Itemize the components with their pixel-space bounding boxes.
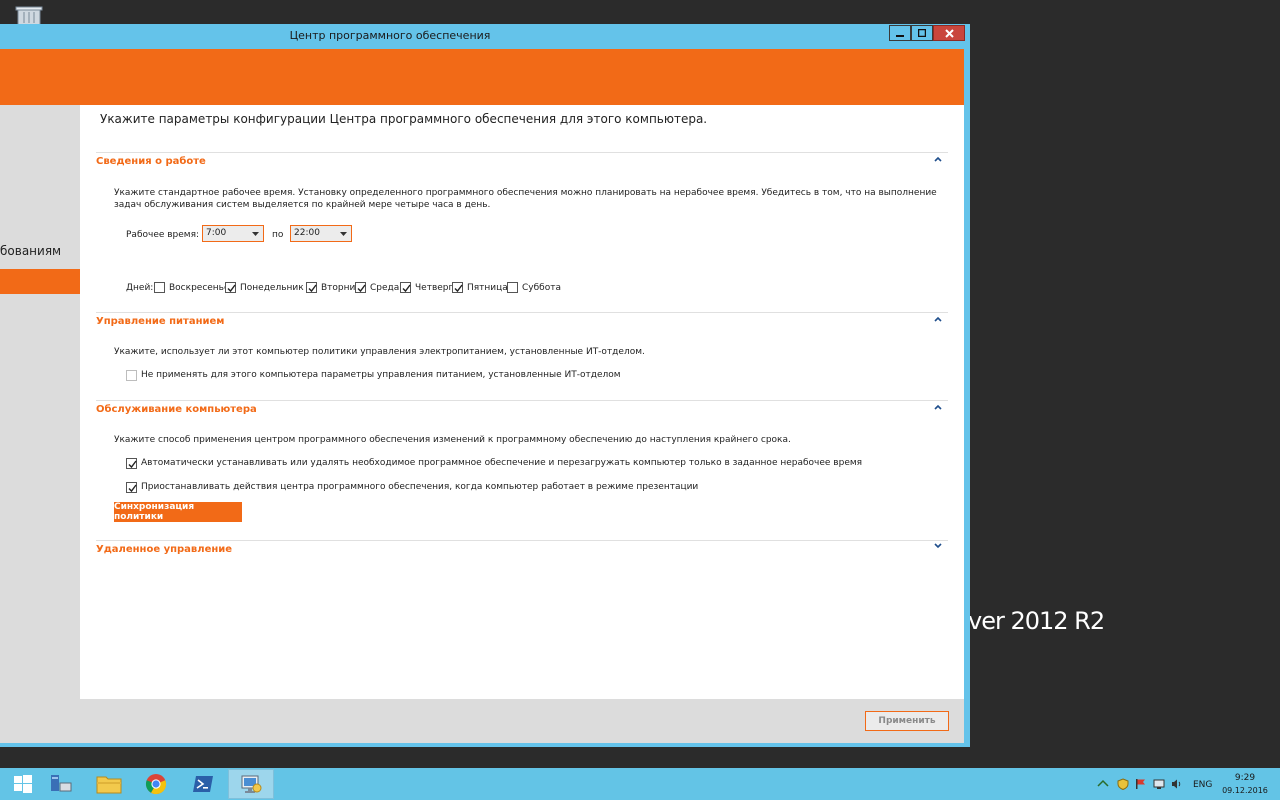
day-checkbox[interactable] bbox=[400, 282, 411, 293]
sync-policy-button[interactable]: Синхронизация политики bbox=[114, 502, 242, 522]
app-header-banner bbox=[0, 49, 964, 105]
checkmark-icon bbox=[308, 284, 317, 293]
collapse-maintenance-chevron-up-icon[interactable] bbox=[933, 403, 943, 411]
wallpaper-branding: ver 2012 R2 bbox=[968, 607, 1105, 635]
work-hours-to-value: 22:00 bbox=[294, 228, 320, 238]
day-checkbox-label: Суббота bbox=[522, 283, 561, 293]
window-title: Центр программного обеспечения bbox=[289, 29, 491, 42]
work-hours-from-value: 7:00 bbox=[206, 228, 227, 238]
sidebar-item-label[interactable]: бованиям bbox=[0, 244, 61, 258]
divider bbox=[96, 152, 948, 153]
power-policy-label: Не применять для этого компьютера параме… bbox=[141, 370, 621, 380]
chrome-button[interactable] bbox=[133, 769, 179, 799]
maximize-icon bbox=[918, 29, 926, 37]
day-checkbox-label: Воскресенье bbox=[169, 283, 230, 293]
collapse-power-chevron-up-icon[interactable] bbox=[933, 315, 943, 323]
powershell-icon bbox=[193, 776, 213, 792]
tray-shield-icon[interactable] bbox=[1117, 778, 1129, 791]
sidebar-item-options[interactable] bbox=[0, 269, 80, 294]
minimize-button[interactable] bbox=[889, 25, 911, 41]
maximize-button[interactable] bbox=[911, 25, 933, 41]
clock-date[interactable]: 09.12.2016 bbox=[1220, 786, 1270, 795]
maintenance-description: Укажите способ применения центром програ… bbox=[114, 435, 791, 445]
file-explorer-button[interactable] bbox=[86, 769, 132, 799]
day-checkbox[interactable] bbox=[306, 282, 317, 293]
section-title-maintenance[interactable]: Обслуживание компьютера bbox=[96, 404, 257, 415]
checkmark-icon bbox=[454, 284, 463, 293]
day-checkbox[interactable] bbox=[225, 282, 236, 293]
day-checkbox-label: Пятница bbox=[467, 283, 508, 293]
day-checkbox[interactable] bbox=[452, 282, 463, 293]
day-checkbox-label: Четверг bbox=[415, 283, 454, 293]
checkmark-icon bbox=[357, 284, 366, 293]
minimize-icon bbox=[896, 35, 904, 37]
power-description: Укажите, использует ли этот компьютер по… bbox=[114, 347, 645, 357]
work-hours-to-select[interactable]: 22:00 bbox=[290, 225, 352, 242]
page-title: Укажите параметры конфигурации Центра пр… bbox=[100, 112, 708, 126]
close-icon bbox=[944, 28, 954, 38]
work-info-description: Укажите стандартное рабочее время. Устан… bbox=[114, 188, 937, 210]
dropdown-arrow-icon bbox=[340, 232, 347, 236]
taskbar: ENG 9:29 09.12.2016 bbox=[0, 768, 1280, 800]
power-policy-checkbox[interactable] bbox=[126, 370, 137, 381]
divider bbox=[96, 312, 948, 313]
work-hours-label: Рабочее время: с bbox=[126, 230, 207, 240]
title-bar[interactable]: Центр программного обеспечения bbox=[0, 24, 970, 46]
divider bbox=[96, 540, 948, 541]
tray-volume-icon[interactable] bbox=[1171, 778, 1183, 790]
software-center-icon bbox=[241, 775, 262, 793]
day-checkbox-label: Понедельник bbox=[240, 283, 304, 293]
section-title-power[interactable]: Управление питанием bbox=[96, 316, 224, 327]
software-center-window: Центр программного обеспечения бованиям … bbox=[0, 24, 970, 747]
presentation-mode-checkbox[interactable] bbox=[126, 482, 137, 493]
chrome-icon bbox=[145, 774, 167, 795]
dropdown-arrow-icon bbox=[252, 232, 259, 236]
recycle-bin-icon[interactable] bbox=[14, 4, 44, 26]
days-label: Дней: bbox=[126, 283, 154, 293]
language-indicator[interactable]: ENG bbox=[1193, 780, 1212, 790]
work-hours-to-label: по bbox=[272, 230, 284, 240]
section-title-remote-control[interactable]: Удаленное управление bbox=[96, 544, 232, 555]
work-hours-from-select[interactable]: 7:00 bbox=[202, 225, 264, 242]
folder-icon bbox=[96, 776, 122, 794]
tray-network-icon[interactable] bbox=[1153, 778, 1165, 790]
checkmark-icon bbox=[227, 284, 236, 293]
powershell-button[interactable] bbox=[180, 769, 226, 799]
checkmark-icon bbox=[128, 460, 137, 469]
expand-remote-chevron-down-icon[interactable] bbox=[933, 542, 943, 550]
sidebar: бованиям bbox=[0, 105, 80, 743]
clock-time[interactable]: 9:29 bbox=[1225, 773, 1265, 783]
checkmark-icon bbox=[402, 284, 411, 293]
footer-bar: Применить bbox=[80, 699, 964, 743]
software-center-taskbar-button[interactable] bbox=[228, 769, 274, 799]
checkmark-icon bbox=[128, 484, 137, 493]
auto-install-checkbox[interactable] bbox=[126, 458, 137, 469]
day-checkbox-label: Среда bbox=[370, 283, 400, 293]
options-content: Укажите параметры конфигурации Центра пр… bbox=[80, 105, 964, 699]
divider bbox=[96, 400, 948, 401]
day-checkbox[interactable] bbox=[355, 282, 366, 293]
tray-arrow-icon[interactable] bbox=[1097, 778, 1109, 790]
apply-button[interactable]: Применить bbox=[865, 711, 949, 731]
presentation-mode-label: Приостанавливать действия центра програм… bbox=[141, 482, 699, 492]
day-checkbox[interactable] bbox=[507, 282, 518, 293]
close-button[interactable] bbox=[933, 25, 965, 41]
server-manager-button[interactable] bbox=[38, 769, 84, 799]
day-checkbox[interactable] bbox=[154, 282, 165, 293]
collapse-work-info-chevron-up-icon[interactable] bbox=[933, 155, 943, 163]
auto-install-label: Автоматически устанавливать или удалять … bbox=[141, 458, 863, 468]
section-title-work-info[interactable]: Сведения о работе bbox=[96, 156, 206, 167]
windows-logo-icon bbox=[14, 775, 32, 793]
tray-flag-icon[interactable] bbox=[1135, 778, 1147, 790]
server-manager-icon bbox=[51, 775, 72, 792]
